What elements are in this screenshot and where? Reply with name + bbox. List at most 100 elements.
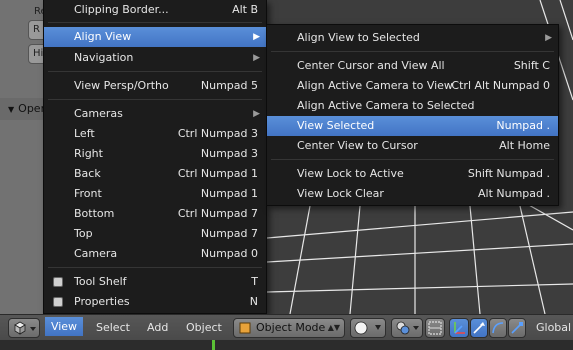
- menu-item-label: Clipping Border...: [74, 3, 169, 16]
- menu-item-align-active-camera-to-selected[interactable]: Align Active Camera to Selected: [267, 96, 558, 116]
- transform-orientation-selector[interactable]: Global: [536, 318, 571, 338]
- menu-item-label: Left: [74, 127, 95, 140]
- menu-item-camera[interactable]: Camera Numpad 0: [44, 244, 266, 264]
- menu-item-shortcut: Ctrl Alt Numpad 0: [451, 79, 550, 92]
- menu-item-shortcut: Ctrl Numpad 7: [177, 207, 258, 220]
- menu-item-bottom[interactable]: Bottom Ctrl Numpad 7: [44, 204, 266, 224]
- menu-item-top[interactable]: Top Numpad 7: [44, 224, 266, 244]
- menu-item-shortcut: Numpad .: [496, 119, 550, 132]
- menu-item-shortcut: Shift C: [513, 59, 550, 72]
- menu-item-label: View Lock to Active: [297, 167, 404, 180]
- manipulator-icon: [428, 321, 442, 335]
- timeline-strip: [0, 340, 573, 350]
- pivot-point-selector[interactable]: [391, 318, 423, 338]
- menu-item-label: Top: [74, 227, 93, 240]
- mode-label: Object Mode: [256, 321, 326, 334]
- rotate-manipulator-button[interactable]: [489, 318, 507, 338]
- menu-item-shortcut: Alt B: [232, 3, 258, 16]
- menu-item-label: Back: [74, 167, 101, 180]
- manipulator-toggle-button[interactable]: [449, 318, 469, 338]
- menu-item-shortcut: Numpad 3: [200, 147, 258, 160]
- menu-item-shortcut: Numpad 1: [200, 187, 258, 200]
- menu-item-label: Cameras: [74, 107, 123, 120]
- menu-item-shortcut: Ctrl Numpad 1: [177, 167, 258, 180]
- menu-separator: [48, 267, 262, 268]
- pivot-icon: [396, 321, 419, 335]
- menu-item-tool-shelf[interactable]: Tool Shelf T: [44, 272, 266, 292]
- menu-item-front[interactable]: Front Numpad 1: [44, 184, 266, 204]
- menu-item-label: Align Active Camera to Selected: [297, 99, 475, 112]
- menu-separator: [48, 99, 262, 100]
- menu-item-shortcut: Alt Home: [499, 139, 550, 152]
- menu-separator: [48, 71, 262, 72]
- mode-selector[interactable]: Object Mode ▲▼: [233, 318, 345, 338]
- menu-item-label: Align View to Selected: [297, 31, 420, 44]
- translate-manipulator-button[interactable]: [470, 318, 488, 338]
- menu-item-label: View Persp/Ortho: [74, 79, 169, 92]
- collapse-triangle-icon: ▼: [8, 105, 15, 114]
- cube-icon: [14, 321, 36, 335]
- submenu-arrow-icon: ▶: [545, 33, 552, 43]
- menu-item-shortcut: Numpad 5: [200, 79, 258, 92]
- scale-icon: [511, 322, 523, 334]
- menu-item-label: Center Cursor and View All: [297, 59, 445, 72]
- menu-item-shortcut: Shift Numpad .: [467, 167, 550, 180]
- menu-item-label: Navigation: [74, 51, 134, 64]
- menu-item-cameras[interactable]: Cameras ▶: [44, 104, 266, 124]
- menu-item-back[interactable]: Back Ctrl Numpad 1: [44, 164, 266, 184]
- header-menu-add[interactable]: Add: [147, 318, 168, 338]
- current-frame-marker: [212, 340, 215, 350]
- menu-item-label: Right: [74, 147, 103, 160]
- menu-item-label: Align Active Camera to View: [297, 79, 453, 92]
- menu-item-clipping-border[interactable]: Clipping Border... Alt B: [44, 0, 266, 20]
- menu-item-label: Camera: [74, 247, 118, 260]
- header-menu-view[interactable]: View: [45, 317, 83, 336]
- menu-item-align-view-to-selected[interactable]: Align View to Selected ▶: [267, 28, 558, 48]
- menu-item-center-view-to-cursor[interactable]: Center View to Cursor Alt Home: [267, 136, 558, 156]
- menu-item-label: View Lock Clear: [297, 187, 384, 200]
- menu-item-view-lock-clear[interactable]: View Lock Clear Alt Numpad .: [267, 184, 558, 204]
- menu-item-label: Front: [74, 187, 102, 200]
- menu-separator: [48, 22, 262, 23]
- translate-arrow-icon: [473, 322, 485, 334]
- editor-type-selector[interactable]: [8, 318, 40, 338]
- header-menu-select[interactable]: Select: [96, 318, 130, 338]
- menu-item-right[interactable]: Right Numpad 3: [44, 144, 266, 164]
- snap-toggle-button[interactable]: [425, 318, 445, 338]
- menu-item-view-lock-to-active[interactable]: View Lock to Active Shift Numpad .: [267, 164, 558, 184]
- menu-item-shortcut: T: [251, 275, 258, 288]
- submenu-arrow-icon: ▶: [253, 32, 260, 42]
- viewport-shading-selector[interactable]: [350, 318, 386, 338]
- menu-item-align-active-camera-to-view[interactable]: Align Active Camera to View Ctrl Alt Num…: [267, 76, 558, 96]
- menu-item-label: Center View to Cursor: [297, 139, 418, 152]
- view-menu: Clipping Border... Alt B Align View ▶ Na…: [43, 0, 267, 314]
- menu-item-navigation[interactable]: Navigation ▶: [44, 48, 266, 68]
- menu-item-label: Bottom: [74, 207, 115, 220]
- checkbox[interactable]: [53, 297, 63, 307]
- menu-item-center-cursor-and-view-all[interactable]: Center Cursor and View All Shift C: [267, 56, 558, 76]
- menu-item-label: View Selected: [297, 119, 375, 132]
- menu-item-shortcut: N: [249, 295, 258, 308]
- menu-item-shortcut: Alt Numpad .: [477, 187, 550, 200]
- menu-item-view-selected[interactable]: View Selected Numpad .: [267, 116, 558, 136]
- menu-item-align-view[interactable]: Align View ▶: [44, 27, 266, 47]
- menu-separator: [271, 159, 554, 160]
- align-view-submenu: Align View to Selected ▶ Center Cursor a…: [266, 24, 559, 206]
- axis-arrows-icon: [454, 322, 465, 334]
- menu-separator: [271, 51, 554, 52]
- submenu-arrow-icon: ▶: [253, 53, 260, 63]
- menu-item-shortcut: Numpad 0: [200, 247, 258, 260]
- menu-item-label: Tool Shelf: [74, 275, 127, 288]
- menu-item-shortcut: Ctrl Numpad 3: [177, 127, 258, 140]
- updown-arrows-icon: ▲▼: [327, 323, 340, 332]
- menu-item-properties[interactable]: Properties N: [44, 292, 266, 312]
- checkbox[interactable]: [53, 277, 63, 287]
- scale-manipulator-button[interactable]: [508, 318, 526, 338]
- menu-item-left[interactable]: Left Ctrl Numpad 3: [44, 124, 266, 144]
- rotate-arc-icon: [492, 322, 504, 334]
- submenu-arrow-icon: ▶: [253, 109, 260, 119]
- menu-item-view-persp-ortho[interactable]: View Persp/Ortho Numpad 5: [44, 76, 266, 96]
- menu-item-label: Properties: [74, 295, 130, 308]
- solid-shading-icon: [354, 321, 381, 335]
- header-menu-object[interactable]: Object: [186, 318, 222, 338]
